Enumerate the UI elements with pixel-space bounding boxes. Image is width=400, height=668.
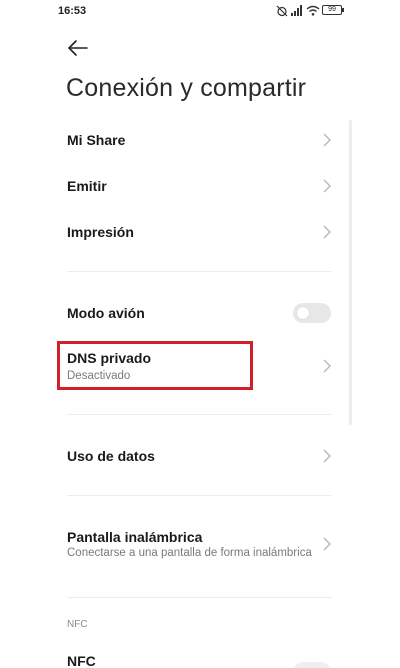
alarm-off-icon xyxy=(276,5,288,17)
status-time: 16:53 xyxy=(58,5,87,17)
chevron-right-icon xyxy=(323,225,331,239)
airplane-mode-toggle[interactable] xyxy=(293,303,331,323)
chevron-right-icon xyxy=(323,449,331,463)
chevron-right-icon xyxy=(323,359,331,373)
uso-de-datos-label: Uso de datos xyxy=(67,448,155,464)
divider xyxy=(67,597,332,598)
arrow-left-icon xyxy=(68,40,88,56)
dns-privado-item[interactable]: DNS privado Desactivado xyxy=(54,342,340,390)
page-title: Conexión y compartir xyxy=(66,74,307,102)
scrollbar[interactable] xyxy=(349,120,352,425)
impresion-label: Impresión xyxy=(67,224,134,240)
toggle-knob xyxy=(297,307,309,319)
mi-share-label: Mi Share xyxy=(67,132,126,148)
divider xyxy=(67,414,332,415)
divider xyxy=(67,271,332,272)
status-bar: 16:53 99 xyxy=(0,0,400,24)
back-button[interactable] xyxy=(64,36,92,60)
nfc-toggle[interactable] xyxy=(293,662,331,668)
wifi-icon xyxy=(306,5,320,16)
impresion-item[interactable]: Impresión xyxy=(54,214,340,250)
dns-privado-label: DNS privado xyxy=(67,350,152,366)
nfc-label: NFC xyxy=(67,653,96,668)
battery-icon: 99 xyxy=(322,5,344,15)
divider xyxy=(67,495,332,496)
mi-share-item[interactable]: Mi Share xyxy=(54,122,340,158)
nfc-section-header: NFC xyxy=(67,619,88,630)
uso-de-datos-item[interactable]: Uso de datos xyxy=(54,438,340,474)
airplane-mode-label: Modo avión xyxy=(67,305,145,321)
chevron-right-icon xyxy=(323,537,331,551)
dns-privado-status: Desactivado xyxy=(67,370,131,382)
chevron-right-icon xyxy=(323,179,331,193)
pantalla-inalambrica-item[interactable]: Pantalla inalámbrica Conectarse a una pa… xyxy=(54,520,340,570)
emitir-label: Emitir xyxy=(67,178,107,194)
chevron-right-icon xyxy=(323,133,331,147)
pantalla-inalambrica-label: Pantalla inalámbrica xyxy=(67,529,203,545)
signal-icon xyxy=(291,5,302,16)
status-icons: 99 xyxy=(272,4,348,18)
pantalla-inalambrica-description: Conectarse a una pantalla de forma inalá… xyxy=(67,547,312,559)
emitir-item[interactable]: Emitir xyxy=(54,168,340,204)
